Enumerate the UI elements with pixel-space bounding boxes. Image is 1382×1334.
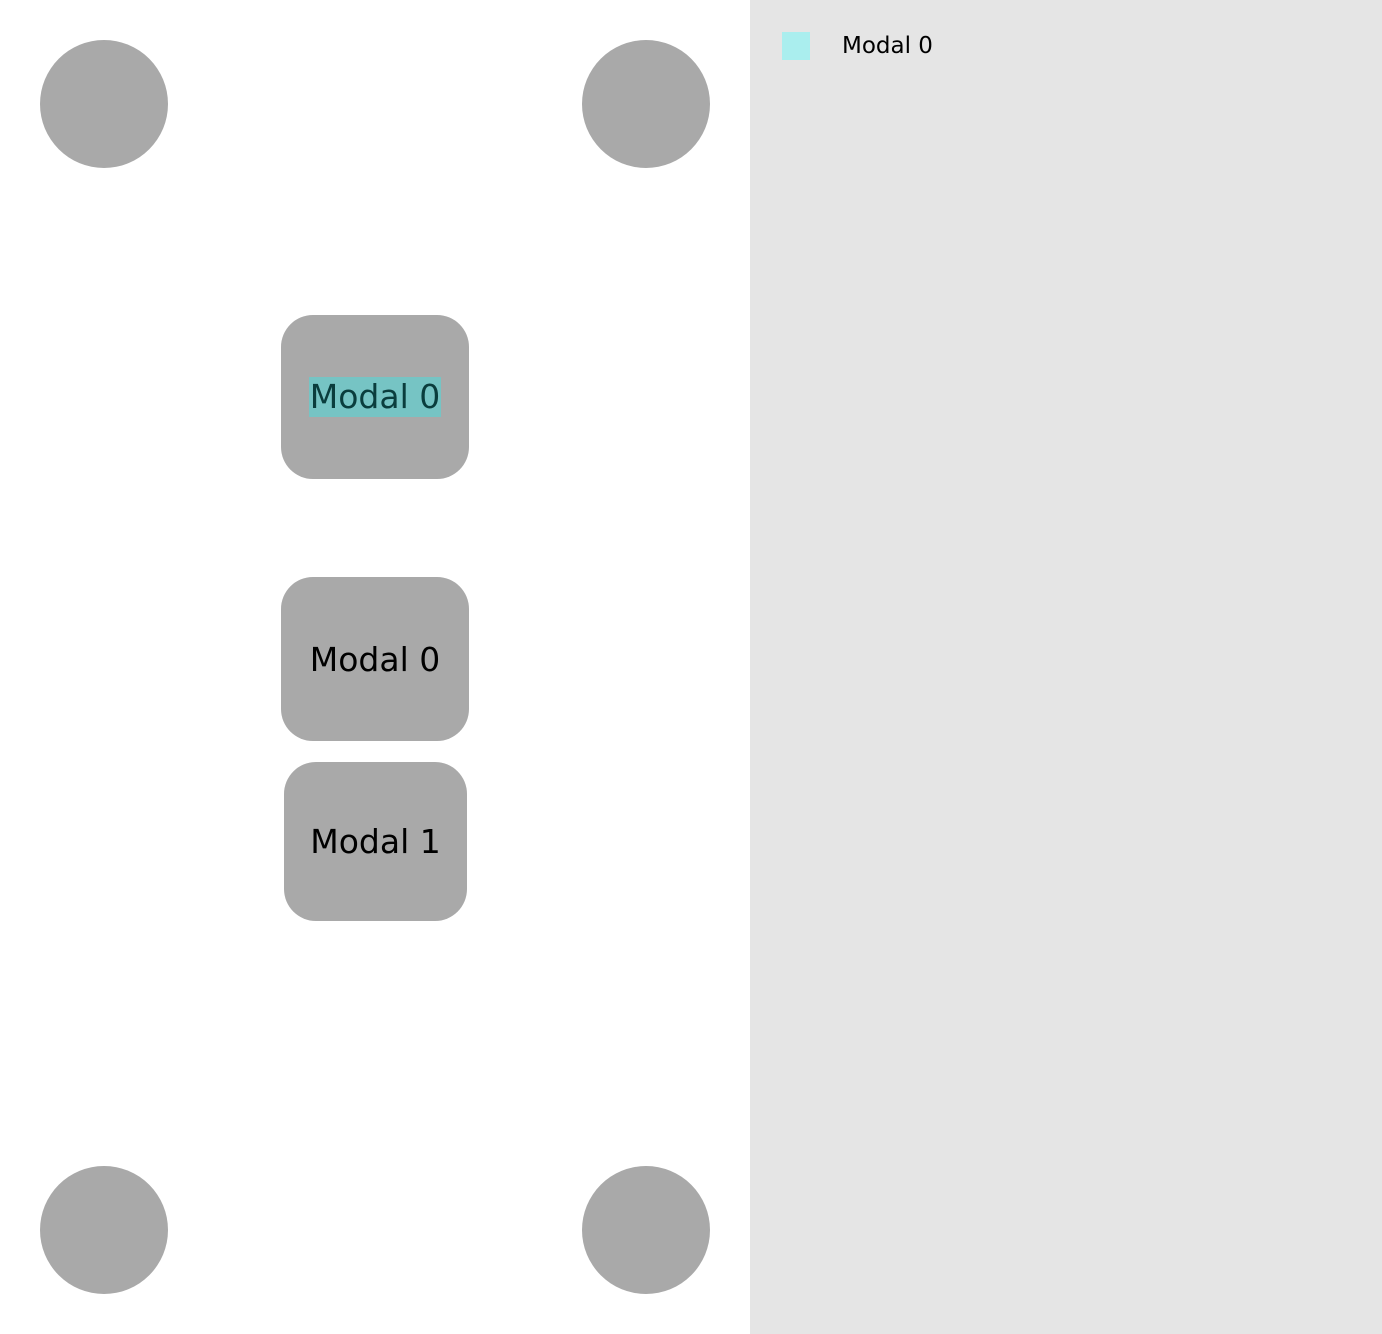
legend-swatch (782, 32, 810, 60)
corner-circle-bottom-left[interactable] (40, 1166, 168, 1294)
main-canvas: Modal 0 Modal 0 Modal 1 (0, 0, 750, 1334)
corner-circle-top-right[interactable] (582, 40, 710, 168)
corner-circle-bottom-right[interactable] (582, 1166, 710, 1294)
corner-circle-top-left[interactable] (40, 40, 168, 168)
legend-label: Modal 0 (842, 33, 933, 59)
modal-button-0[interactable]: Modal 0 (281, 577, 469, 741)
modal-label: Modal 1 (310, 822, 441, 861)
modal-label: Modal 0 (309, 639, 441, 679)
modal-button-1[interactable]: Modal 1 (284, 762, 467, 921)
side-panel: Modal 0 (750, 0, 1382, 1334)
modal-label-highlighted: Modal 0 (308, 377, 442, 417)
modal-button-0-highlighted[interactable]: Modal 0 (281, 315, 469, 479)
legend-item[interactable]: Modal 0 (782, 32, 933, 60)
